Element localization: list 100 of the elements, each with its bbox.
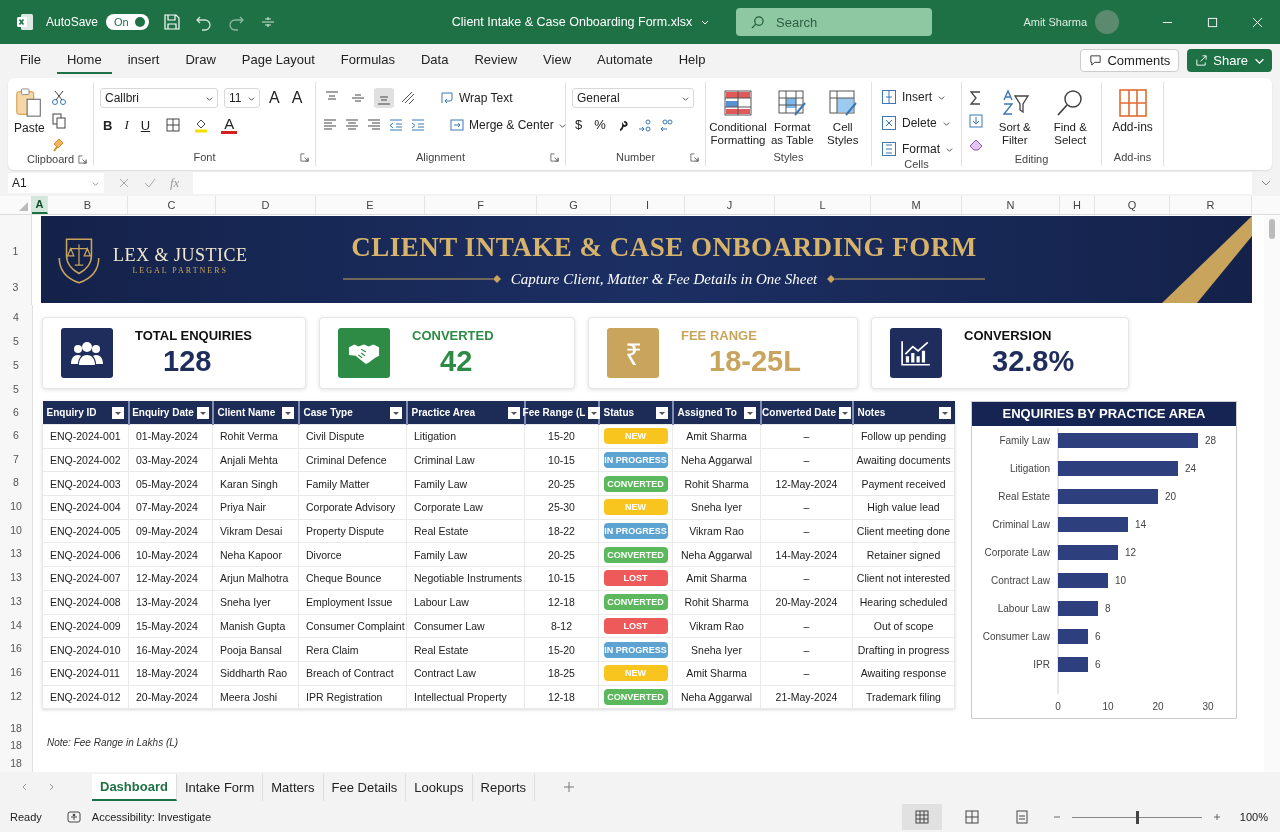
wrap-text-button[interactable]: Wrap Text [436,89,516,107]
column-header[interactable]: A [32,196,48,214]
row-header[interactable]: 7 [13,447,19,472]
filter-button[interactable] [281,406,294,419]
filter-button[interactable] [838,406,851,419]
sheet-tab[interactable]: Lookups [406,773,473,801]
dialog-launcher-icon[interactable] [690,152,699,162]
column-header[interactable]: R [1170,196,1252,214]
row-header[interactable]: 16 [10,660,22,685]
row-header[interactable]: 3 [12,281,19,293]
column-header[interactable]: H [1060,196,1095,214]
view-button[interactable] [902,804,942,830]
column-header[interactable]: E [316,196,425,214]
row-header[interactable]: 1 [12,245,19,257]
file-title[interactable]: Client Intake & Case Onboarding Form.xlsx [451,15,693,29]
name-box[interactable]: A1 [8,173,104,193]
accessibility-status[interactable]: Accessibility: Investigate [91,811,211,823]
column-header[interactable]: L [775,196,871,214]
search-field[interactable]: Search [736,8,932,36]
sheet-tab[interactable]: Matters [263,773,324,801]
copy-icon[interactable] [50,113,67,129]
row-header[interactable]: 13 [10,566,22,590]
row-header[interactable]: 10 [10,518,22,543]
menu-tab[interactable]: insert [117,46,170,74]
row-header[interactable]: 13 [10,589,22,614]
column-header[interactable]: I [611,196,685,214]
currency-button[interactable]: $ [572,116,586,133]
share-button[interactable]: Share [1187,48,1272,72]
row-header[interactable]: 5 [13,335,19,347]
row-header[interactable]: 4 [13,311,19,323]
dialog-launcher-icon[interactable] [78,154,87,164]
paste-button[interactable]: Paste [14,88,45,152]
borders-icon[interactable] [165,117,182,133]
menu-tab[interactable]: Formulas [330,46,405,74]
styles-button[interactable]: Format as Table [770,88,815,148]
cells-button[interactable]: Insert [878,88,955,106]
row-header[interactable]: 8 [13,471,19,496]
accessibility-icon[interactable] [65,809,82,825]
row-header[interactable]: 18 [10,739,22,752]
font-family-dropdown[interactable]: Callbri [100,88,218,108]
align-left-icon[interactable] [322,117,338,133]
row-header[interactable]: 5 [13,383,19,395]
menu-tab[interactable]: Home [56,46,112,74]
column-header[interactable]: Q [1095,196,1170,214]
dialog-launcher-icon[interactable] [300,152,309,162]
row-header[interactable]: 16 [10,637,22,661]
filter-button[interactable] [111,406,124,419]
column-header[interactable]: G [537,196,611,214]
filter-button[interactable] [389,406,402,419]
underline-button[interactable]: U [137,116,154,134]
autosave-toggle[interactable]: On [106,14,149,30]
menu-tab[interactable]: Review [464,46,528,74]
row-header[interactable]: 18 [10,721,22,734]
column-header[interactable]: D [216,196,316,214]
row-header[interactable]: 10 [10,495,22,519]
column-header[interactable]: B [48,196,128,214]
vertical-scrollbar[interactable] [1264,215,1280,772]
column-header[interactable]: C [128,196,216,214]
decrease-font-button[interactable]: A [288,88,306,108]
styles-button[interactable]: Cell Styles [820,88,865,148]
sheet-tab[interactable]: Reports [472,773,536,801]
column-header[interactable]: M [871,196,962,214]
menu-tab[interactable]: Page Layout [231,46,325,74]
cells-button[interactable]: Delete [878,114,955,132]
filter-button[interactable] [743,406,756,419]
align-center-icon[interactable] [344,117,360,133]
zoom-level[interactable]: 100% [1232,811,1268,823]
zoom-in-icon[interactable] [1212,812,1222,822]
sheet-tab[interactable]: Dashboard [92,773,177,801]
filter-button[interactable] [588,406,601,419]
sheet-tab[interactable]: Intake Form [176,773,264,801]
fill-icon[interactable] [968,113,984,129]
column-header[interactable]: F [425,196,537,214]
column-header[interactable]: J [685,196,775,214]
row-header[interactable]: 13 [10,542,22,567]
filter-button[interactable] [938,406,951,419]
save-icon[interactable] [162,13,181,31]
row-header[interactable]: 6 [13,401,19,424]
scroll-thumb[interactable] [1269,219,1275,239]
row-header[interactable]: 6 [13,424,19,448]
increase-font-button[interactable]: A [266,88,283,108]
percent-button[interactable]: % [591,116,609,133]
slider-thumb[interactable] [1136,810,1139,824]
menu-tab[interactable]: Data [411,46,459,74]
font-color-button[interactable]: A [221,116,238,134]
orientation-icon[interactable] [400,90,416,106]
row-header[interactable]: 5 [13,359,19,371]
menu-tab[interactable]: Automate [587,46,663,74]
row-header[interactable]: 12 [10,684,22,709]
cut-icon[interactable] [50,90,67,106]
number-format-dropdown[interactable]: General [572,88,694,108]
styles-button[interactable]: Conditional Formatting [712,88,764,148]
italic-button[interactable]: I [121,116,132,134]
row-header[interactable]: 18 [10,757,22,770]
dialog-launcher-icon[interactable] [550,152,559,162]
vertical-align-button[interactable] [374,88,394,108]
menu-tab[interactable]: Help [668,46,716,74]
decrease-decimal-icon[interactable] [658,116,675,133]
add-ins-button[interactable]: Add-ins [1108,88,1157,148]
filter-button[interactable] [507,406,520,419]
